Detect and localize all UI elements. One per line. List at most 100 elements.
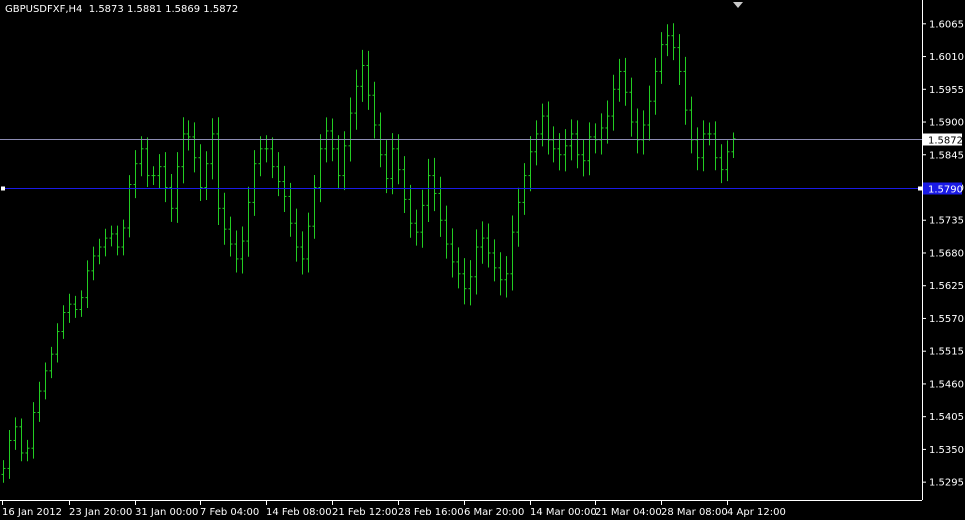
time-tick-label: 21 Feb 12:00 [332, 507, 398, 518]
ohlc-bar [97, 238, 102, 265]
ohlc-bar [635, 108, 640, 154]
ohlc-bars [1, 23, 736, 483]
ohlc-bar [486, 223, 491, 268]
ohlc-bar [228, 216, 233, 257]
ohlc-bar [617, 58, 622, 102]
ohlc-bar [384, 140, 389, 194]
ohlc-bar [115, 225, 120, 256]
ohlc-bar [31, 402, 36, 459]
ohlc-bar [192, 122, 197, 173]
time-tick-label: 14 Mar 00:00 [530, 507, 597, 518]
ohlc-bar [629, 77, 634, 137]
ohlc-bar [450, 228, 455, 278]
ohlc-bar [605, 100, 610, 144]
ohlc-bar [240, 226, 245, 274]
ohlc-bar [121, 219, 126, 256]
chart-window[interactable]: GBPUSDFXF,H4 1.5873 1.5881 1.5869 1.5872… [0, 0, 965, 520]
ohlc-bar [456, 247, 461, 289]
ohlc-bar [7, 430, 12, 479]
price-tick-label: 1.5350 [929, 445, 964, 456]
ohlc-bar [528, 136, 533, 192]
ohlc-bar [204, 151, 209, 200]
price-chart[interactable]: 1.6065 1.6010 1.5955 1.5900 1.5845 1.5790 1.57… [0, 0, 965, 520]
time-tick-label: 16 Jan 2012 [2, 507, 62, 518]
ohlc-bar [294, 208, 299, 262]
price-tick-label: 1.5955 [929, 85, 964, 96]
ohlc-bar [19, 418, 24, 462]
ohlc-bar [216, 117, 221, 225]
ohlc-bar [468, 260, 473, 306]
price-lines: 1.5872 1.5790 [0, 133, 963, 196]
ohlc-bar [653, 57, 658, 115]
ohlc-bar [270, 137, 275, 179]
ohlc-bar [67, 293, 72, 323]
horizontal-line-handle-left[interactable] [1, 186, 5, 191]
ohlc-bar [719, 144, 724, 184]
ohlc-bar [725, 140, 730, 182]
price-tick-label: 1.6065 [929, 19, 964, 30]
ohlc-bar [133, 150, 138, 199]
ohlc-bar [25, 439, 30, 462]
ohlc-bar [127, 175, 132, 238]
ohlc-bar [43, 362, 48, 400]
price-tick-label: 1.6010 [929, 52, 964, 63]
ohlc-bar [534, 120, 539, 166]
ohlc-bar [139, 136, 144, 177]
ohlc-bar [312, 175, 317, 239]
ohlc-bar [186, 120, 191, 151]
time-tick-label: 14 Feb 08:00 [266, 507, 332, 518]
ohlc-bar [55, 323, 60, 363]
ohlc-bar [587, 122, 592, 176]
ohlc-bar [318, 134, 323, 203]
ohlc-bar [695, 127, 700, 171]
ohlc-bar [677, 34, 682, 85]
ohlc-bar [414, 209, 419, 246]
ohlc-bar [181, 117, 186, 184]
ohlc-bar [198, 144, 203, 202]
ohlc-bar [342, 131, 347, 191]
horizontal-line-handle-right[interactable] [918, 186, 922, 191]
ohlc-bar [432, 157, 437, 212]
price-tick-label: 1.5625 [929, 281, 964, 292]
ohlc-bar [151, 166, 156, 185]
ohlc-bar [336, 135, 341, 190]
ohlc-bar [575, 120, 580, 169]
ohlc-bar [420, 189, 425, 248]
ohlc-bar [169, 173, 174, 222]
ohlc-bar [1, 460, 6, 483]
ohlc-bar [103, 228, 108, 257]
ohlc-bar [91, 246, 96, 281]
ohlc-bar [599, 113, 604, 155]
ohlc-bar [665, 24, 670, 57]
price-axis: 1.6065 1.6010 1.5955 1.5900 1.5845 1.5790 1.57… [922, 0, 964, 500]
ohlc-bar [641, 110, 646, 155]
price-tick-label: 1.5460 [929, 379, 964, 390]
ohlc-bar [707, 122, 712, 146]
ohlc-bar [402, 156, 407, 213]
ohlc-bar [372, 81, 377, 139]
ohlc-bar [13, 417, 18, 450]
ohlc-bar [276, 152, 281, 197]
ohlc-bar [145, 137, 150, 188]
ohlc-bar [390, 133, 395, 195]
ohlc-bar [157, 154, 162, 189]
ohlc-bar [683, 56, 688, 125]
bid-price-label: 1.5872 [923, 133, 963, 147]
ohlc-bar [252, 150, 257, 216]
horizontal-line-label: 1.5790 [923, 182, 963, 196]
ohlc-bar [49, 346, 54, 379]
ohlc-bar [516, 187, 521, 247]
price-tick-label: 1.5900 [929, 118, 964, 129]
ohlc-bar [557, 133, 562, 171]
ohlc-bar [671, 23, 676, 61]
ohlc-bar [246, 186, 251, 257]
price-tick-label: 1.5405 [929, 412, 964, 423]
ohlc-bar [175, 152, 180, 223]
ohlc-bar [623, 57, 628, 106]
ohlc-bar [689, 96, 694, 154]
ohlc-bar [396, 134, 401, 185]
time-tick-label: 7 Feb 04:00 [200, 507, 259, 518]
ohlc-bar [348, 97, 353, 162]
ohlc-bar [593, 123, 598, 154]
time-tick-label: 23 Jan 20:00 [69, 507, 132, 518]
